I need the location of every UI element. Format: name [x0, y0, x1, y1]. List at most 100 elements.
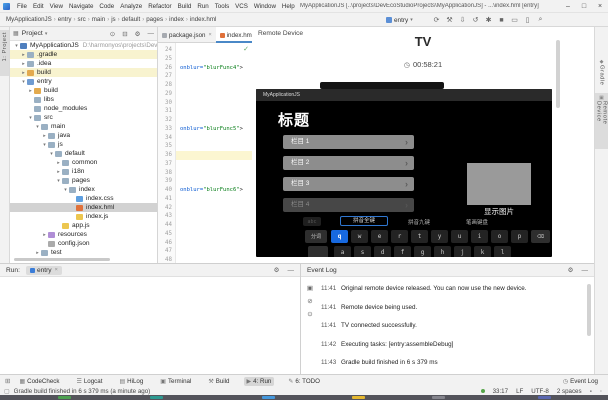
event-log-button[interactable]: ◷ Event Log [560, 377, 601, 386]
collapse-arrow-icon[interactable]: ▾ [13, 43, 20, 49]
expand-arrow-icon[interactable]: ▸ [55, 160, 62, 166]
editor[interactable]: ✓ onblur="blurFunc4">onblur="blurFunc5">… [176, 43, 252, 263]
keyboard-key[interactable]: y [431, 230, 448, 243]
keyboard-key[interactable]: l [494, 246, 511, 257]
tool-window-button[interactable]: ⚒ Build [205, 377, 232, 386]
keyboard-key[interactable]: e [371, 230, 388, 243]
toolbar-icon[interactable]: ↺ [469, 16, 482, 24]
inspection-ok-icon[interactable]: ✓ [243, 45, 249, 53]
tool-windows-icon[interactable]: ⊞ [5, 377, 10, 385]
keyboard-key[interactable]: r [391, 230, 408, 243]
tree-row[interactable]: ▾src [10, 113, 157, 122]
tool-window-button[interactable]: ▤ HiLog [116, 377, 146, 386]
expand-arrow-icon[interactable]: ▸ [20, 52, 27, 58]
expand-arrow-icon[interactable]: ▸ [27, 88, 34, 94]
indent-selector[interactable]: 2 spaces [557, 388, 582, 395]
tv-list-item[interactable]: 栏目 1› [283, 135, 414, 149]
expand-arrow-icon[interactable]: ▸ [20, 70, 27, 76]
sidebar-tab-project[interactable]: 1: Project [0, 30, 9, 76]
project-panel-title[interactable]: Project [22, 30, 43, 37]
breadcrumb-item[interactable]: src [78, 16, 86, 23]
tree-row[interactable]: ▾index [10, 185, 157, 194]
breadcrumb-item[interactable]: main [92, 16, 105, 23]
tool-window-button[interactable]: ✎ 6: TODO [285, 377, 323, 386]
keyboard-key[interactable]: g [414, 246, 431, 257]
window-button[interactable]: × [592, 0, 608, 13]
breadcrumb-item[interactable]: pages [146, 16, 163, 23]
keyboard-key[interactable]: o [491, 230, 508, 243]
breadcrumb-item[interactable]: MyApplicationJS [6, 16, 52, 23]
expand-arrow-icon[interactable]: ▸ [41, 133, 48, 139]
keyboard-key[interactable]: d [374, 246, 391, 257]
sidebar-tab-gradle[interactable]: ◆ Gradle [595, 57, 608, 89]
project-header-icon[interactable]: ⚙ [135, 30, 141, 38]
window-button[interactable]: – [560, 0, 576, 13]
toolbar-icon[interactable]: ■ [495, 17, 508, 24]
tree-row[interactable]: ▾js [10, 140, 157, 149]
collapse-arrow-icon[interactable]: ▾ [20, 79, 27, 85]
tree-row[interactable]: ▸.idea [10, 59, 157, 68]
run-header-icon[interactable]: ⚙ [274, 266, 280, 274]
breadcrumb-item[interactable]: js [111, 16, 115, 23]
tool-window-button[interactable]: ☰ Logcat [73, 377, 105, 386]
run-tab-entry[interactable]: entry × [26, 266, 62, 275]
collapse-arrow-icon[interactable]: ▾ [62, 187, 69, 193]
editor-tab-package-json[interactable]: package.json× [158, 27, 216, 43]
breadcrumb-item[interactable]: entry [58, 16, 72, 23]
menu-item[interactable]: Analyze [117, 3, 145, 10]
close-icon[interactable]: × [55, 267, 58, 273]
keyboard-key[interactable]: 分词 [305, 230, 327, 243]
tree-row[interactable]: ▸.gradle [10, 50, 157, 59]
keyboard-key[interactable]: p [511, 230, 528, 243]
menu-item[interactable]: Edit [30, 3, 47, 10]
tv-list-item[interactable]: 栏目 4› [283, 198, 414, 212]
menu-item[interactable]: Help [279, 3, 298, 10]
tree-row[interactable]: ▾pages [10, 176, 157, 185]
tree-row[interactable]: ▾main [10, 122, 157, 131]
filter-icon[interactable]: ▣ [303, 284, 317, 292]
breadcrumb-item[interactable]: index [169, 16, 184, 23]
tool-window-button[interactable]: ▦ CodeCheck [16, 377, 62, 386]
ime-tab[interactable]: 拼音九键 [408, 218, 430, 226]
keyboard-key[interactable]: w [351, 230, 368, 243]
toolbar-icon[interactable]: ▭ [508, 16, 521, 24]
tree-row[interactable]: ▸common [10, 158, 157, 167]
collapse-arrow-icon[interactable]: ▾ [48, 151, 55, 157]
sidebar-tab-remote-device[interactable]: ▣ Remote Device [595, 93, 608, 149]
toolbar-icon[interactable]: ⟳ [430, 16, 443, 24]
vertical-scrollbar[interactable] [587, 284, 591, 336]
run-config-selector[interactable]: entry ▾ [386, 13, 413, 27]
menu-item[interactable]: Build [175, 3, 195, 10]
toolbar-icon[interactable]: ⌕ [534, 16, 547, 24]
ime-tab[interactable]: 拼音全键 [340, 216, 388, 226]
tool-window-button[interactable]: ▣ Terminal [157, 377, 194, 386]
expand-arrow-icon[interactable]: ▸ [34, 250, 41, 256]
menu-item[interactable]: VCS [232, 3, 251, 10]
image-placeholder[interactable] [467, 163, 531, 205]
tree-row[interactable]: index.hml [10, 203, 157, 212]
keyboard-key[interactable]: u [451, 230, 468, 243]
breadcrumb-item[interactable]: index.hml [190, 16, 216, 23]
tree-row[interactable]: ▾default [10, 149, 157, 158]
run-header-icon[interactable]: — [288, 267, 295, 274]
menu-item[interactable]: File [14, 3, 30, 10]
close-icon[interactable]: × [208, 32, 211, 38]
line-ending-selector[interactable]: LF [516, 388, 523, 395]
project-header-icon[interactable]: ⊙ [110, 30, 115, 38]
chevron-down-icon[interactable]: ▾ [45, 31, 48, 37]
status-message[interactable]: Gradle build finished in 6 s 379 ms (a m… [14, 388, 151, 395]
expand-arrow-icon[interactable]: ▸ [55, 169, 62, 175]
keyboard-key[interactable]: a [334, 246, 351, 257]
tree-row[interactable]: ▸build [10, 68, 157, 77]
project-header-icon[interactable]: ⊟ [122, 30, 127, 38]
keyboard-key[interactable]: i [471, 230, 488, 243]
event-log-header-icon[interactable]: — [582, 267, 589, 274]
tree-row[interactable]: index.css [10, 194, 157, 203]
toolbar-icon[interactable]: ▯ [521, 16, 534, 24]
keyboard-key[interactable] [308, 246, 328, 257]
tree-row[interactable]: ▸resources [10, 230, 157, 239]
expand-arrow-icon[interactable]: ▸ [20, 61, 27, 67]
ime-tab[interactable]: 笔画键盘 [466, 218, 488, 226]
tree-row[interactable]: ▾entry [10, 77, 157, 86]
expand-arrow-icon[interactable]: ▸ [41, 232, 48, 238]
